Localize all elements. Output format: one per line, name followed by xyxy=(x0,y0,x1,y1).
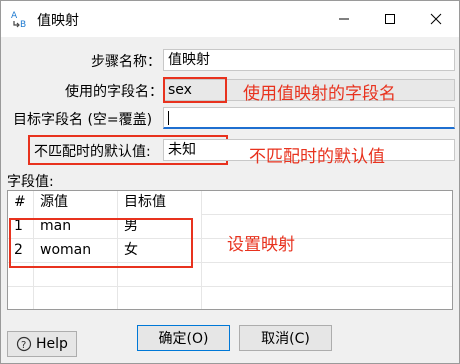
table-row-empty[interactable] xyxy=(8,287,452,311)
default-value-label: 不匹配时的默认值: xyxy=(34,144,151,160)
svg-text:B: B xyxy=(20,20,26,29)
close-button[interactable] xyxy=(413,1,459,37)
ok-button[interactable]: 确定(O) xyxy=(137,325,230,351)
maximize-button[interactable] xyxy=(367,1,413,37)
header-index: # xyxy=(8,191,34,215)
default-value-annotation: 不匹配时的默认值 xyxy=(249,147,385,167)
cancel-label: 取消(C) xyxy=(261,331,310,347)
cancel-button[interactable]: 取消(C) xyxy=(239,325,332,351)
field-name-label: 使用的字段名： xyxy=(65,84,163,100)
dialog-window: A B 值映射 步骤名称： 值映射 使用的字段名： sex 使用值映射的字段名 … xyxy=(0,0,460,364)
source-value-cell[interactable] xyxy=(34,287,118,309)
field-name-highlight xyxy=(163,77,227,103)
ok-label: 确定(O) xyxy=(158,331,209,347)
svg-text:?: ? xyxy=(21,340,26,351)
step-name-label: 步骤名称： xyxy=(91,54,161,70)
step-name-input[interactable]: 值映射 xyxy=(163,49,455,71)
target-field-input[interactable] xyxy=(163,107,455,129)
window-title: 值映射 xyxy=(37,13,79,29)
row-index xyxy=(8,287,34,309)
help-label: Help xyxy=(36,336,68,352)
maximize-icon xyxy=(385,14,395,24)
minimize-icon xyxy=(339,18,349,20)
svg-text:A: A xyxy=(11,11,18,21)
help-icon: ? xyxy=(16,336,32,352)
header-source: 源值 xyxy=(34,191,118,215)
text-cursor xyxy=(168,111,169,125)
dialog-body: 步骤名称： 值映射 使用的字段名： sex 使用值映射的字段名 目标字段名 (空… xyxy=(1,38,459,363)
table-header: # 源值 目标值 xyxy=(8,191,452,215)
value-mapper-icon: A B xyxy=(11,11,26,29)
close-icon xyxy=(430,13,442,25)
header-target: 目标值 xyxy=(118,191,202,215)
mapping-annotation: 设置映射 xyxy=(227,235,295,255)
help-button[interactable]: ? Help xyxy=(7,331,77,357)
target-field-label: 目标字段名 (空=覆盖) xyxy=(13,112,153,128)
title-bar: A B 值映射 xyxy=(1,1,459,37)
target-value-cell[interactable] xyxy=(118,287,202,309)
minimize-button[interactable] xyxy=(321,1,367,37)
mapping-highlight xyxy=(9,218,193,268)
field-name-annotation: 使用值映射的字段名 xyxy=(243,84,396,104)
field-values-label: 字段值: xyxy=(7,174,54,190)
